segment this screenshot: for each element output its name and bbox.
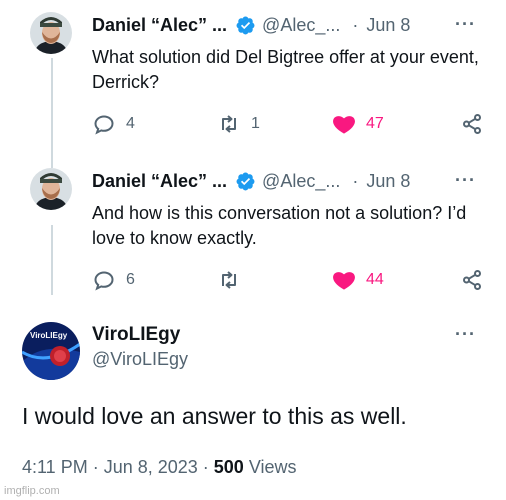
retweet-button[interactable]: 1 [217,112,260,136]
reply-tweet-2[interactable]: Daniel “Alec” ... @Alec_... · Jun 8 ··· … [0,168,506,298]
tweet-timestamp[interactable]: 4:11 PM · Jun 8, 2023 · [22,457,214,477]
verified-badge-icon [236,16,255,34]
tweet-header: Daniel “Alec” ... @Alec_... · Jun 8 [92,12,410,38]
tweet-text: What solution did Del Bigtree offer at y… [92,47,479,92]
tweet-date[interactable]: Jun 8 [366,15,410,36]
separator: · [352,14,359,35]
author-name[interactable]: ViroLIEgy [92,324,188,346]
like-count: 44 [366,271,384,288]
tweet-header: Daniel “Alec” ... @Alec_... · Jun 8 [92,168,410,194]
heart-icon [333,116,355,134]
reply-tweet-1[interactable]: Daniel “Alec” ... @Alec_... · Jun 8 ··· … [0,12,506,152]
reply-count: 6 [126,271,135,288]
retweet-count: 1 [251,115,260,132]
action-bar: 4 1 47 [92,112,492,136]
avatar-label: ViroLIEgy [30,331,68,340]
retweet-icon [222,115,236,133]
reply-button[interactable]: 4 [92,112,135,136]
reply-icon [94,115,114,135]
separator: · [352,170,359,191]
views-count[interactable]: 500 [214,457,244,477]
avatar-image [30,12,72,54]
verified-badge-icon [236,172,255,190]
author-handle[interactable]: @Alec_... [262,15,340,36]
retweet-icon [222,271,236,289]
reply-icon [94,271,114,291]
tweet-date[interactable]: Jun 8 [366,171,410,192]
more-icon[interactable]: ··· [455,170,476,191]
avatar[interactable]: ViroLIEgy [22,322,80,380]
avatar-image: ViroLIEgy [22,322,80,380]
tweet-text: And how is this conversation not a solut… [92,203,467,248]
share-icon [463,270,481,290]
tweet-text: I would love an answer to this as well. [22,403,407,429]
more-icon[interactable]: ··· [455,324,476,345]
author-handle[interactable]: @ViroLIEgy [92,349,188,370]
retweet-button[interactable] [217,268,251,292]
avatar-image [30,168,72,210]
heart-icon [333,272,355,290]
tweet-meta: 4:11 PM · Jun 8, 2023 · 500 Views [22,457,297,478]
like-button[interactable]: 44 [332,268,384,292]
views-label: Views [243,457,297,477]
author-name[interactable]: Daniel “Alec” ... [92,171,227,192]
share-button[interactable] [460,268,484,292]
share-button[interactable] [460,112,484,136]
watermark: imgflip.com [4,485,60,497]
like-count: 47 [366,115,384,132]
action-bar: 6 44 [92,268,492,292]
author-name[interactable]: Daniel “Alec” ... [92,15,227,36]
author-handle[interactable]: @Alec_... [262,171,340,192]
more-icon[interactable]: ··· [455,14,476,35]
avatar[interactable] [30,12,72,54]
reply-count: 4 [126,115,135,132]
reply-button[interactable]: 6 [92,268,135,292]
like-button[interactable]: 47 [332,112,384,136]
avatar[interactable] [30,168,72,210]
share-icon [463,114,481,134]
